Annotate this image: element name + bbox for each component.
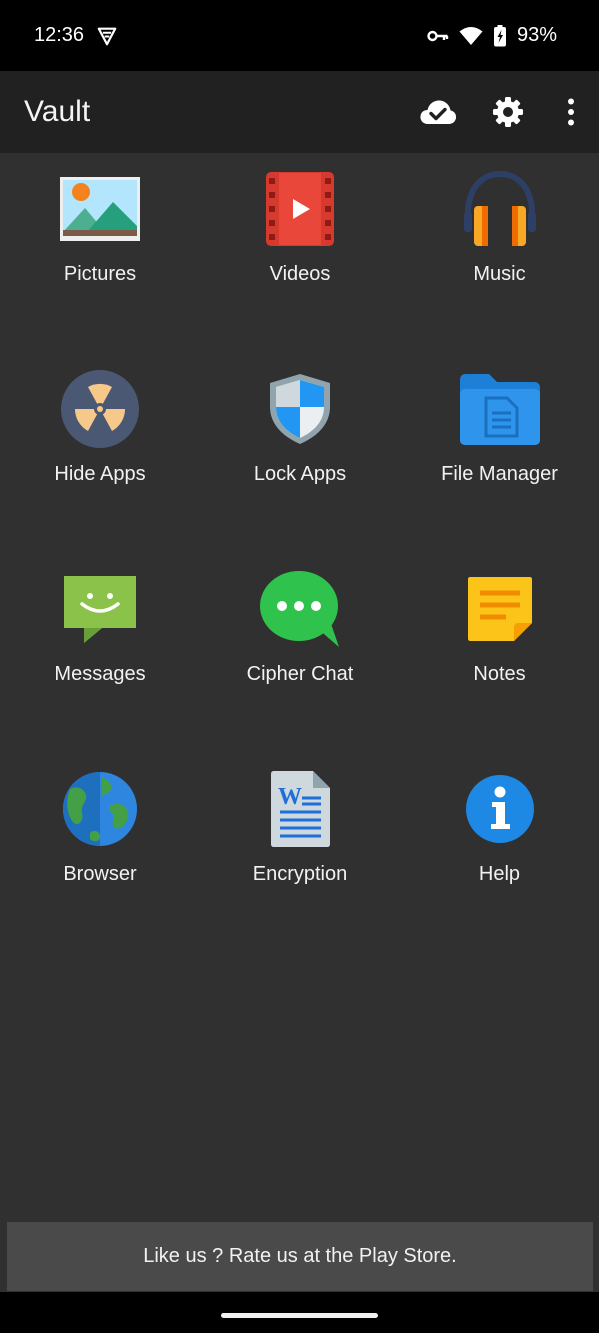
- wifi-icon: [459, 26, 483, 46]
- tile-label: Videos: [269, 263, 331, 285]
- tile-label: Notes: [473, 663, 526, 685]
- status-bar: 12:36 93%: [0, 0, 599, 71]
- tile-label: Pictures: [63, 263, 137, 285]
- rate-us-text: Like us ? Rate us at the Play Store.: [143, 1245, 457, 1267]
- cloud-sync-icon: [420, 100, 457, 124]
- vault-home-screen: 12:36 93% Vault Pictures Videos Music Hi…: [0, 0, 599, 1333]
- app-bar-actions: [403, 71, 599, 153]
- settings-gear-icon: [493, 97, 523, 127]
- tile-label: Messages: [54, 663, 146, 685]
- rate-us-banner[interactable]: Like us ? Rate us at the Play Store.: [7, 1222, 593, 1291]
- cipher-chat-icon: [258, 567, 342, 651]
- tile-cipher-chat[interactable]: Cipher Chat: [200, 553, 400, 753]
- key-icon: [427, 29, 449, 43]
- app-title: Vault: [24, 95, 91, 128]
- notes-icon: [458, 567, 542, 651]
- navigation-bar: [0, 1292, 599, 1333]
- help-info-icon: [458, 767, 542, 851]
- tile-label: Lock Apps: [253, 463, 347, 485]
- tile-messages[interactable]: Messages: [0, 553, 200, 753]
- cloud-sync-button[interactable]: [403, 71, 473, 153]
- svg-text:W: W: [278, 784, 302, 810]
- browser-globe-icon: [58, 767, 142, 851]
- tile-lock-apps[interactable]: Lock Apps: [200, 353, 400, 553]
- tile-encryption[interactable]: W Encryption: [200, 753, 400, 953]
- tile-file-manager[interactable]: File Manager: [400, 353, 599, 553]
- battery-icon: [493, 24, 507, 47]
- tile-label: File Manager: [441, 463, 558, 485]
- battery-percent: 93%: [516, 24, 557, 46]
- tile-label: Encryption: [252, 863, 348, 885]
- tile-label: Hide Apps: [54, 463, 146, 485]
- status-right: 93%: [427, 24, 557, 47]
- music-headphones-icon: [458, 167, 542, 251]
- home-gesture-pill[interactable]: [221, 1313, 378, 1318]
- tile-music[interactable]: Music: [400, 153, 599, 353]
- pictures-icon: [58, 167, 142, 251]
- feature-grid: Pictures Videos Music Hide Apps Lock App…: [0, 153, 599, 953]
- messages-icon: [58, 567, 142, 651]
- status-left: 12:36: [34, 24, 118, 47]
- file-manager-folder-icon: [458, 367, 542, 451]
- tile-help[interactable]: Help: [400, 753, 599, 953]
- status-time: 12:36: [34, 24, 85, 46]
- tile-browser[interactable]: Browser: [0, 753, 200, 953]
- tile-hide-apps[interactable]: Hide Apps: [0, 353, 200, 553]
- tile-label: Browser: [63, 863, 137, 885]
- vpn-shield-icon: [96, 25, 118, 47]
- tile-label: Help: [478, 863, 521, 885]
- videos-icon: [258, 167, 342, 251]
- settings-button[interactable]: [473, 71, 543, 153]
- tile-notes[interactable]: Notes: [400, 553, 599, 753]
- lock-apps-shield-icon: [258, 367, 342, 451]
- hide-apps-icon: [58, 367, 142, 451]
- app-bar: Vault: [0, 71, 599, 153]
- tile-pictures[interactable]: Pictures: [0, 153, 200, 353]
- more-options-button[interactable]: [543, 71, 599, 153]
- encryption-document-icon: W: [258, 767, 342, 851]
- tile-label: Music: [473, 263, 526, 285]
- more-vert-icon: [568, 98, 574, 126]
- tile-videos[interactable]: Videos: [200, 153, 400, 353]
- tile-label: Cipher Chat: [246, 663, 354, 685]
